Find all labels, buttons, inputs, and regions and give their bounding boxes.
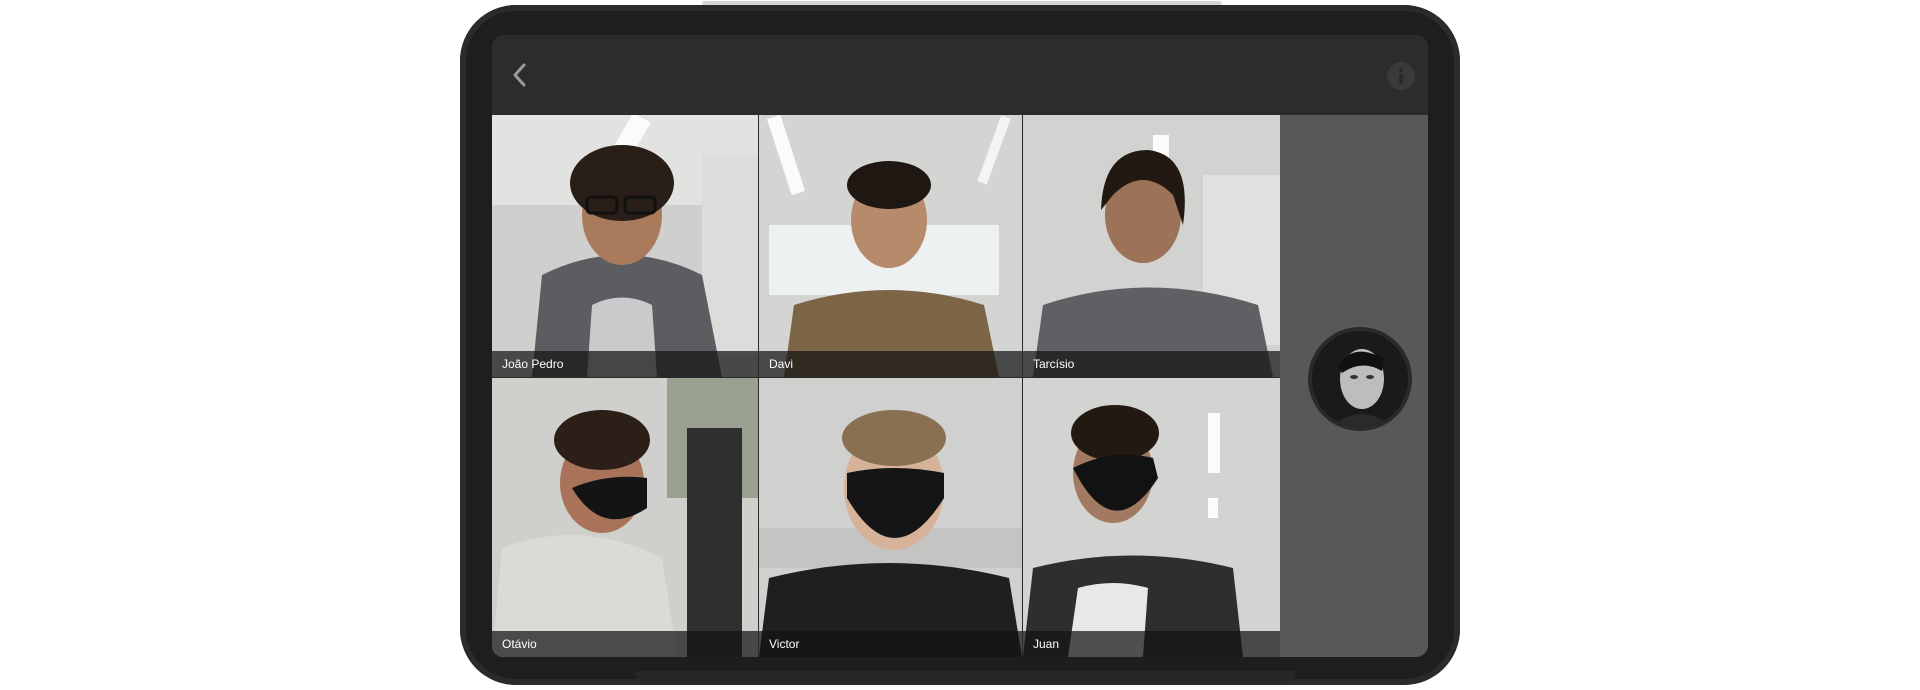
- side-panel: [1280, 115, 1428, 657]
- device-bottom-edge: [635, 671, 1295, 681]
- participant-tile[interactable]: Davi: [759, 115, 1022, 377]
- participant-name: Tarcísio: [1023, 351, 1280, 377]
- video-call-screen: João Pedro Davi Tarcísio Otávio Victor J…: [492, 35, 1428, 657]
- participant-tile[interactable]: Victor: [759, 378, 1022, 657]
- participant-name: Davi: [759, 351, 1022, 377]
- chevron-left-icon: [513, 63, 526, 87]
- participant-name: Otávio: [492, 631, 758, 657]
- participant-tile[interactable]: João Pedro: [492, 115, 758, 377]
- participant-video: [759, 115, 1022, 377]
- info-button[interactable]: [1387, 62, 1415, 90]
- participant-name: Juan: [1023, 631, 1280, 657]
- participant-video: [1023, 378, 1280, 657]
- back-button[interactable]: [504, 59, 536, 91]
- participant-tile[interactable]: Tarcísio: [1023, 115, 1280, 377]
- info-icon: [1388, 63, 1414, 89]
- participant-video: [759, 378, 1022, 657]
- top-bar: [492, 35, 1428, 115]
- participant-grid: João Pedro Davi Tarcísio Otávio Victor J…: [492, 115, 1280, 657]
- participant-video: [1023, 115, 1280, 377]
- participant-tile[interactable]: Otávio: [492, 378, 758, 657]
- participant-tile[interactable]: Juan: [1023, 378, 1280, 657]
- participant-video: [492, 115, 758, 377]
- user-avatar[interactable]: [1308, 327, 1412, 431]
- participant-name: João Pedro: [492, 351, 758, 377]
- avatar-image: [1312, 331, 1408, 427]
- participant-name: Victor: [759, 631, 1022, 657]
- participant-video: [492, 378, 758, 657]
